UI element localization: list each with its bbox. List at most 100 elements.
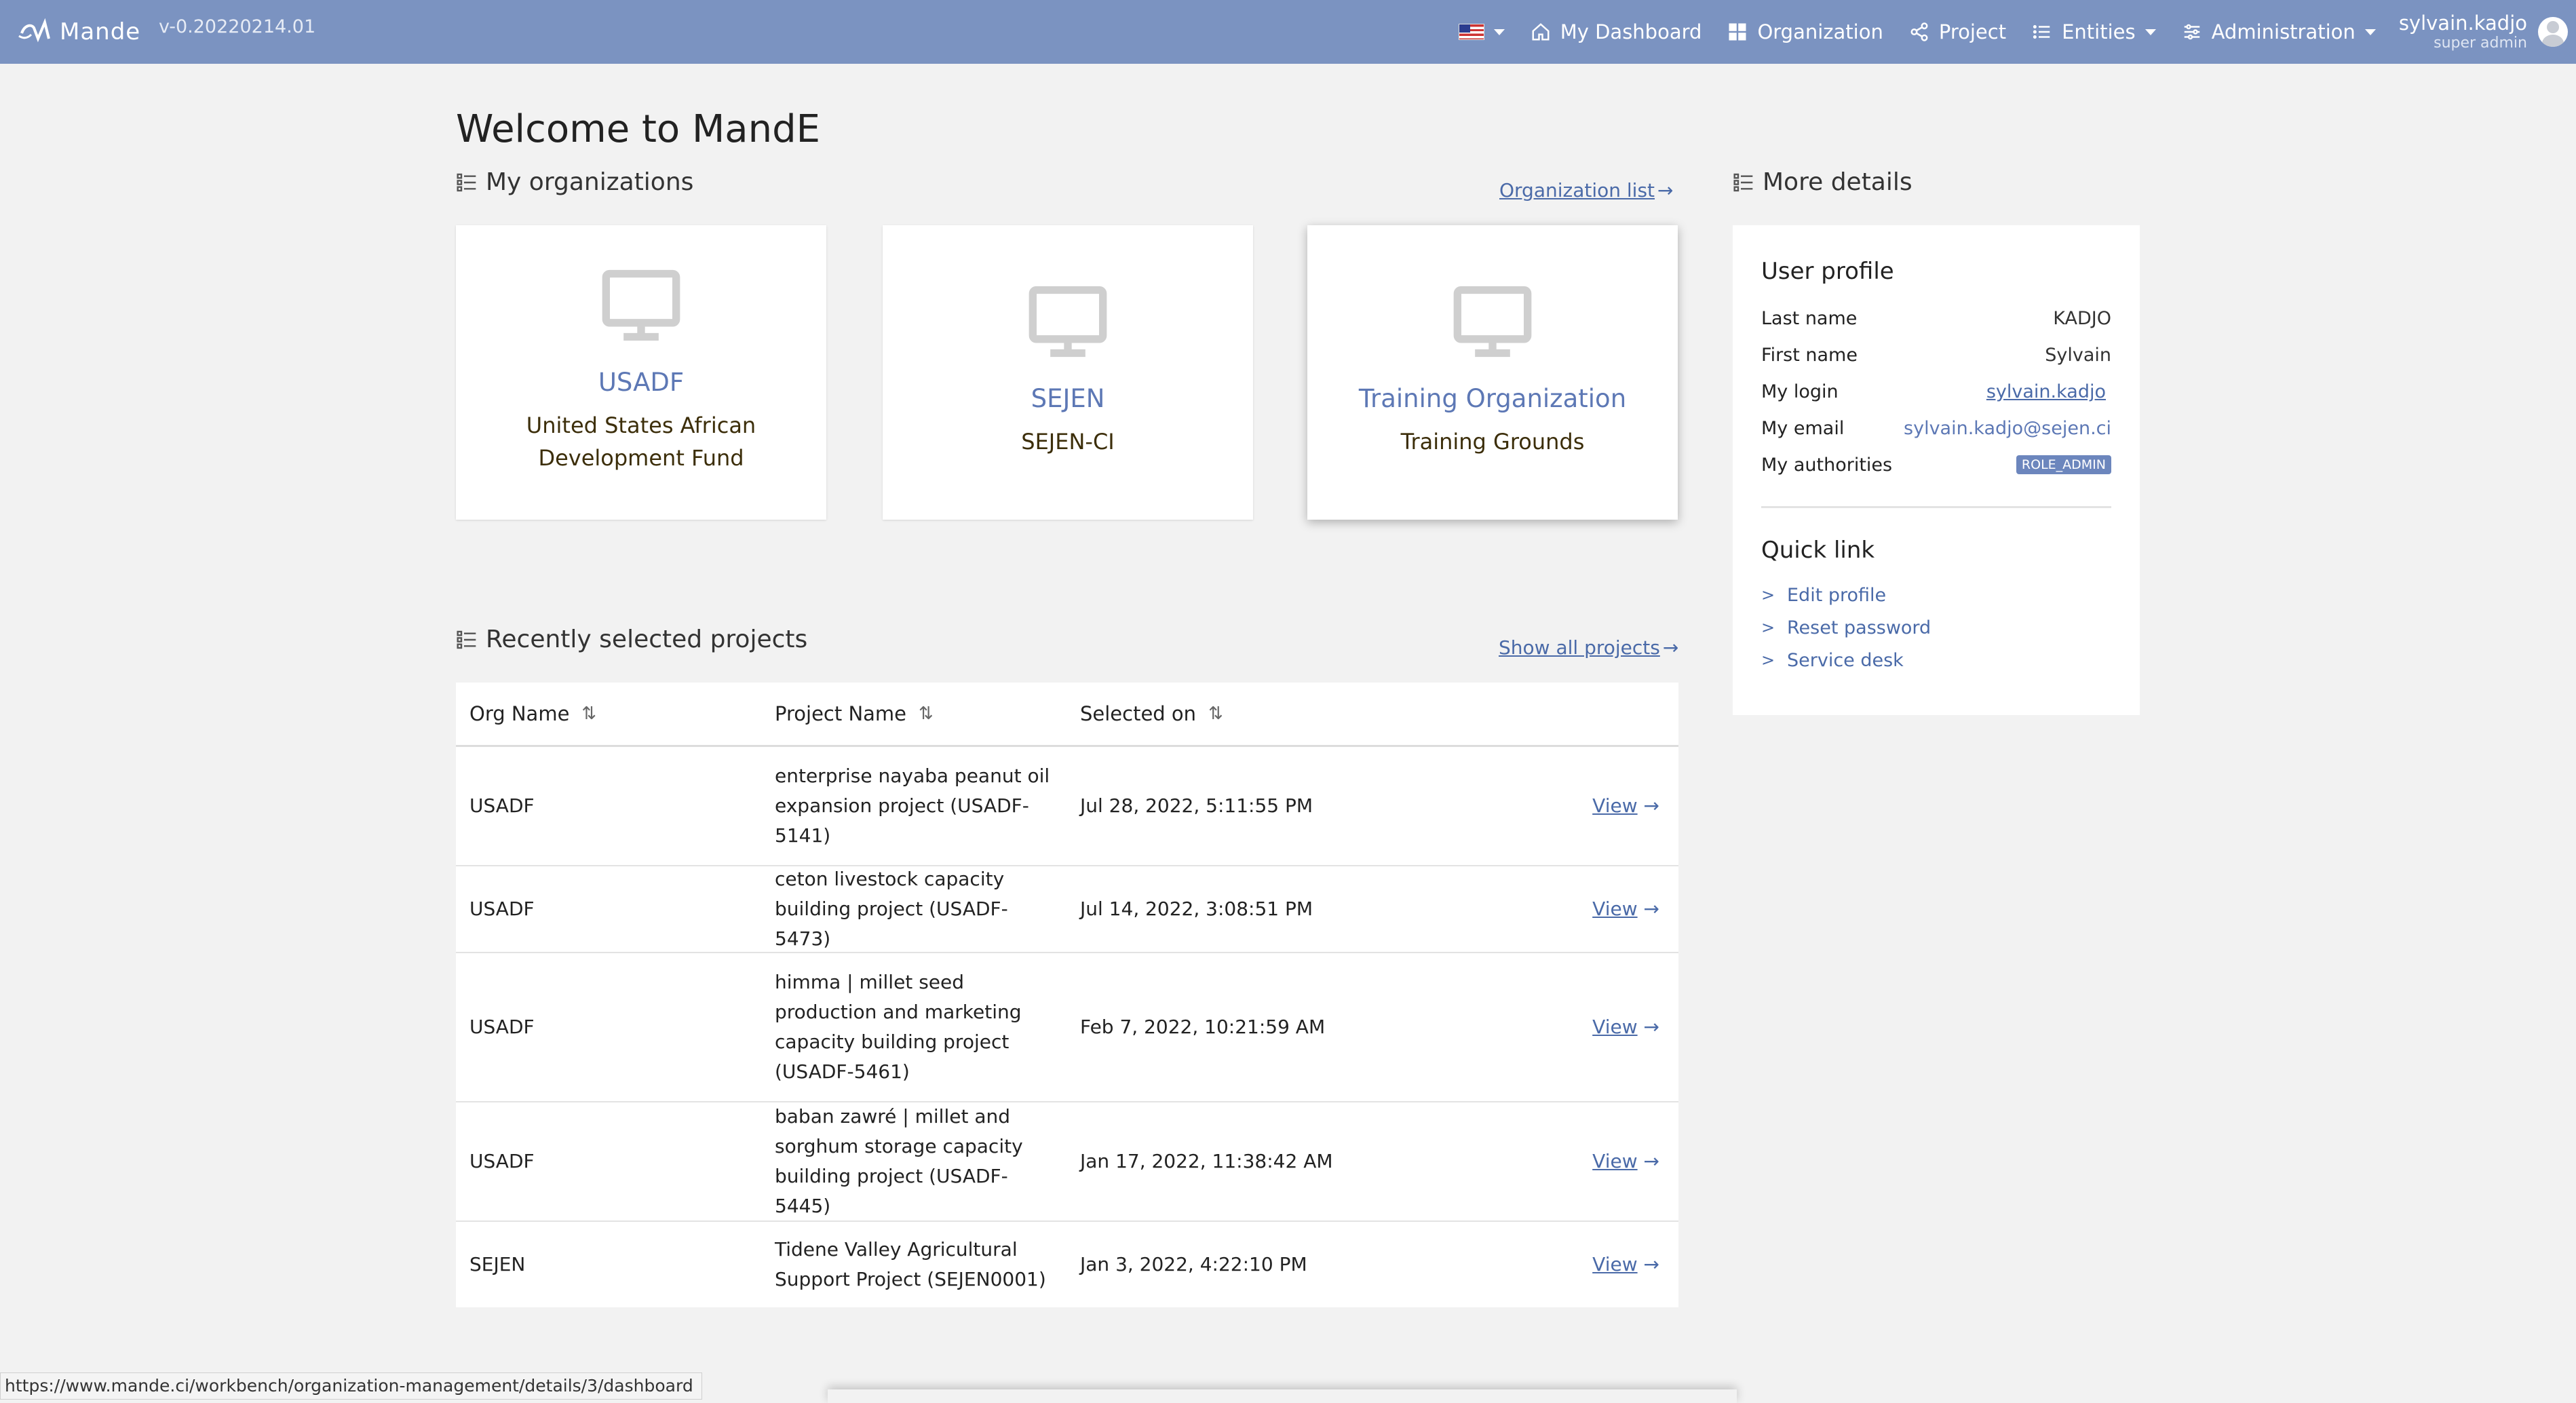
arrow-right-icon: → <box>1637 897 1659 920</box>
sliders-icon <box>2184 24 2199 40</box>
selected-on-cell: Jul 14, 2022, 3:08:51 PM <box>1080 897 1313 920</box>
column-selected-on[interactable]: Selected on ⇅ <box>1066 683 1372 745</box>
home-icon <box>1532 23 1550 41</box>
quick-link-edit-profile[interactable]: > Edit profile <box>1761 579 2111 611</box>
selected-on-cell: Jul 28, 2022, 5:11:55 PM <box>1080 794 1313 817</box>
view-link[interactable]: View → <box>1372 1147 1678 1176</box>
org-code: USADF <box>598 368 685 397</box>
column-project-name[interactable]: Project Name ⇅ <box>761 683 1066 745</box>
app-version: v-0.20220214.01 <box>159 16 316 37</box>
org-cell: USADF <box>469 1015 535 1038</box>
logo-text: Mande <box>60 18 141 45</box>
user-menu[interactable]: sylvain.kadjo super admin <box>2399 12 2527 52</box>
language-selector[interactable] <box>1458 24 1505 40</box>
arrow-right-icon: → <box>1637 1252 1659 1275</box>
last-name-row: Last name KADJO <box>1761 300 2111 337</box>
nav-project-label: Project <box>1938 20 2007 43</box>
field-label: Last name <box>1761 307 1858 329</box>
chevron-right-icon: > <box>1761 651 1775 670</box>
login-link[interactable]: sylvain.kadjo <box>1986 381 2106 402</box>
nav-entities[interactable]: Entities <box>2032 20 2156 43</box>
view-link[interactable]: View → <box>1372 1012 1678 1042</box>
nav-organization-label: Organization <box>1757 20 1883 43</box>
page-title: Welcome to MandE <box>456 107 821 151</box>
org-card-usadf[interactable]: USADF United States African Development … <box>456 225 826 520</box>
mande-logo[interactable]: Mande <box>18 15 140 49</box>
nav-menu: My Dashboard Organization Project Entiti… <box>1433 0 2576 64</box>
nav-administration[interactable]: Administration <box>2182 20 2376 43</box>
table-row: USADF ceton livestock capacity building … <box>456 866 1678 953</box>
quick-link-service-desk[interactable]: > Service desk <box>1761 644 2111 676</box>
recent-projects-heading: Recently selected projects <box>456 626 807 653</box>
column-org-name[interactable]: Org Name ⇅ <box>456 683 761 745</box>
list-icon <box>457 630 476 649</box>
nav-administration-label: Administration <box>2211 20 2356 43</box>
avatar[interactable] <box>2538 17 2568 47</box>
view-label: View <box>1592 1149 1638 1172</box>
my-organizations-heading: My organizations <box>456 168 693 196</box>
view-label: View <box>1592 1015 1638 1038</box>
table-row: USADF himma | millet seed production and… <box>456 953 1678 1102</box>
sort-icon: ⇅ <box>581 704 597 724</box>
org-cell: USADF <box>469 1149 535 1172</box>
monitor-icon <box>1453 286 1532 358</box>
user-name: sylvain.kadjo <box>2398 11 2527 35</box>
selected-on-cell: Feb 7, 2022, 10:21:59 AM <box>1080 1015 1326 1038</box>
nav-my-dashboard[interactable]: My Dashboard <box>1531 20 1702 43</box>
view-link[interactable]: View → <box>1372 791 1678 821</box>
quick-link-label: Edit profile <box>1787 584 1887 606</box>
org-name: United States African Development Fund <box>526 412 756 471</box>
quick-link-heading: Quick link <box>1761 537 1875 564</box>
column-label: Selected on <box>1080 702 1197 725</box>
email-value[interactable]: sylvain.kadjo@sejen.ci <box>1904 418 2111 439</box>
nav-organization[interactable]: Organization <box>1727 20 1883 43</box>
more-details-heading: More details <box>1733 168 1912 196</box>
more-details-title: More details <box>1763 168 1912 196</box>
logo-mark-icon <box>18 18 50 43</box>
grid-icon <box>1729 23 1746 41</box>
recent-projects-table: Org Name ⇅ Project Name ⇅ Selected on ⇅ USA… <box>456 683 1678 1307</box>
authorities-row: My authorities ROLE_ADMIN <box>1761 446 2111 483</box>
my-organizations-title: My organizations <box>486 168 694 196</box>
view-link[interactable]: View → <box>1372 894 1678 924</box>
sort-icon: ⇅ <box>1208 704 1223 724</box>
monitor-icon <box>1029 286 1107 358</box>
show-all-projects-link[interactable]: Show all projects → <box>1499 636 1678 659</box>
divider <box>1761 506 2111 508</box>
field-label: My authorities <box>1761 454 1893 476</box>
nav-entities-label: Entities <box>2062 20 2136 43</box>
us-flag-icon <box>1458 24 1484 40</box>
quick-link-reset-password[interactable]: > Reset password <box>1761 611 2111 644</box>
view-link[interactable]: View → <box>1372 1250 1678 1280</box>
arrow-right-icon: → <box>1662 636 1679 659</box>
user-role: super admin <box>2434 35 2527 52</box>
org-name: Training Grounds <box>1400 429 1585 455</box>
arrow-right-icon: → <box>1637 1149 1659 1172</box>
table-header: Org Name ⇅ Project Name ⇅ Selected on ⇅ <box>456 683 1678 747</box>
field-label: First name <box>1761 344 1858 366</box>
show-all-projects-label: Show all projects <box>1499 636 1660 659</box>
list-icon <box>457 173 476 191</box>
user-profile-heading: User profile <box>1761 258 1894 285</box>
selected-on-cell: Jan 17, 2022, 11:38:42 AM <box>1080 1149 1333 1172</box>
recent-projects-title: Recently selected projects <box>486 626 808 653</box>
view-label: View <box>1592 1252 1638 1275</box>
arrow-right-icon: → <box>1637 1015 1659 1038</box>
table-row: USADF baban zawré | millet and sorghum s… <box>456 1102 1678 1222</box>
org-card-training[interactable]: Training Organization Training Grounds <box>1307 225 1678 520</box>
organization-list-link[interactable]: Organization list → <box>1499 179 1674 201</box>
top-navbar: Mande v-0.20220214.01 My Dashboard Organ… <box>0 0 2576 64</box>
selected-on-cell: Jan 3, 2022, 4:22:10 PM <box>1080 1252 1307 1275</box>
org-card-sejen[interactable]: SEJEN SEJEN-CI <box>883 225 1253 520</box>
org-cell: SEJEN <box>469 1252 526 1275</box>
list-icon <box>1733 173 1753 191</box>
org-code: SEJEN <box>1031 384 1105 413</box>
column-actions <box>1372 683 1678 745</box>
table-row: USADF enterprise nayaba peanut oil expan… <box>456 747 1678 866</box>
status-bar-url: https://www.mande.ci/workbench/organizat… <box>0 1372 702 1400</box>
table-row: SEJEN Tidene Valley Agricultural Support… <box>456 1222 1678 1307</box>
nav-project[interactable]: Project <box>1909 20 2006 43</box>
field-label: My login <box>1761 381 1839 402</box>
chevron-right-icon: > <box>1761 585 1775 604</box>
org-code: Training Organization <box>1358 384 1627 413</box>
